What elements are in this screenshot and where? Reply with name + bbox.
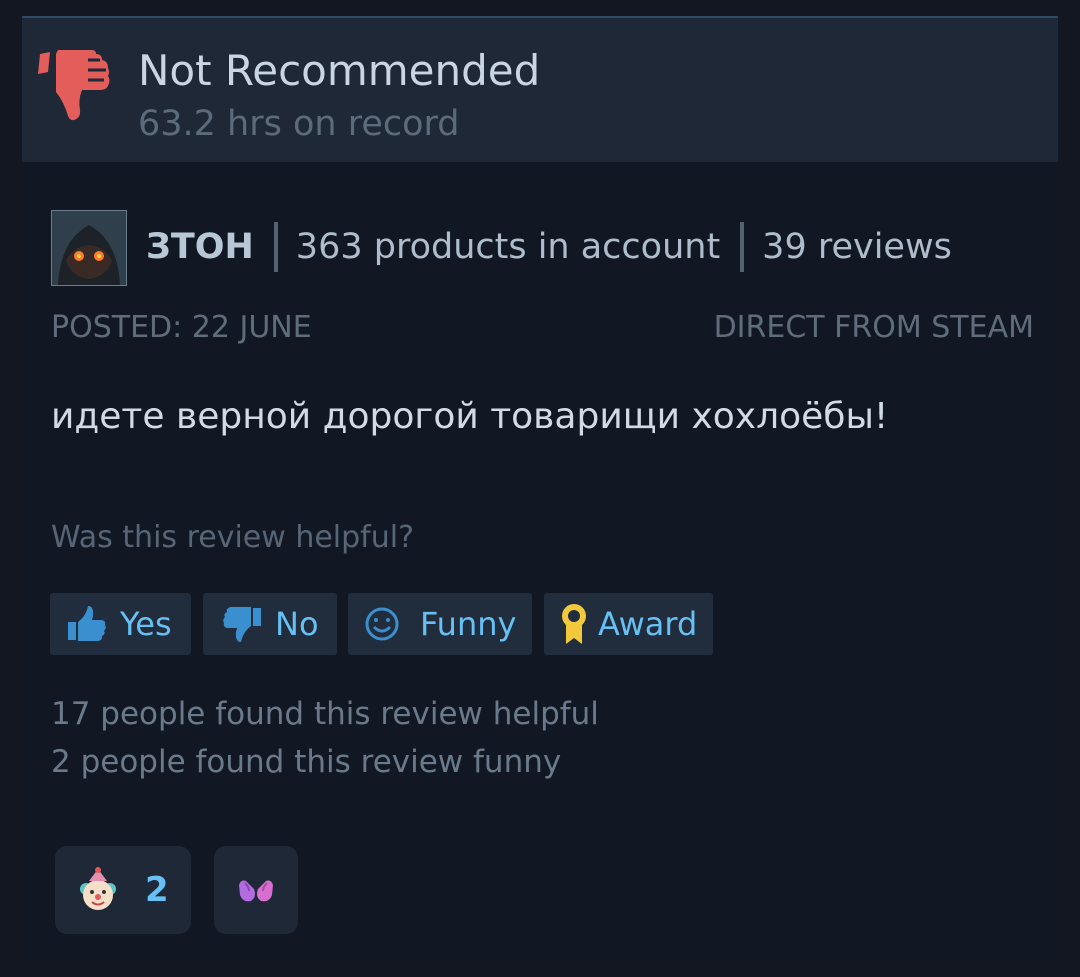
funny-label: Funny	[420, 605, 517, 643]
no-button[interactable]: No	[203, 593, 337, 655]
review-verdict: Not Recommended	[138, 46, 541, 95]
hours-on-record: 63.2 hrs on record	[138, 104, 460, 144]
review-count[interactable]: 39 reviews	[762, 227, 952, 267]
helpful-count: 17 people found this review helpful	[51, 696, 599, 732]
review-card: Not Recommended 63.2 hrs on record ЗТОН …	[22, 16, 1058, 960]
helpful-question: Was this review helpful?	[51, 520, 415, 555]
review-source: DIRECT FROM STEAM	[713, 310, 1034, 345]
avatar[interactable]	[51, 210, 127, 286]
divider	[273, 222, 278, 272]
mittens-icon	[239, 880, 273, 902]
yes-label: Yes	[120, 605, 172, 643]
posted-date: POSTED: 22 JUNE	[51, 310, 312, 345]
products-in-account[interactable]: 363 products in account	[296, 227, 720, 267]
reaction-mittens[interactable]	[214, 846, 298, 934]
reaction-clown[interactable]: 2	[55, 846, 191, 934]
funny-button[interactable]: Funny	[348, 593, 532, 655]
thumbs-down-icon	[38, 50, 110, 121]
clown-face-icon	[80, 867, 116, 910]
author-info: ЗТОН 363 products in account 39 reviews	[146, 216, 952, 278]
award-label: Award	[598, 605, 698, 643]
avatar-image	[52, 211, 126, 285]
award-button[interactable]: Award	[544, 593, 713, 655]
yes-button[interactable]: Yes	[50, 593, 191, 655]
thumbs-up-icon	[68, 606, 106, 641]
divider	[740, 222, 745, 272]
reaction-count: 2	[145, 870, 169, 910]
review-body: идете верной дорогой товарищи хохлоёбы!	[51, 396, 889, 437]
thumbs-down-icon	[223, 607, 261, 642]
funny-count: 2 people found this review funny	[51, 744, 562, 780]
review-header: Not Recommended 63.2 hrs on record	[22, 16, 1058, 162]
smiley-icon	[365, 607, 399, 641]
award-ribbon-icon	[562, 604, 586, 644]
no-label: No	[275, 605, 319, 643]
author-name[interactable]: ЗТОН	[146, 227, 254, 267]
